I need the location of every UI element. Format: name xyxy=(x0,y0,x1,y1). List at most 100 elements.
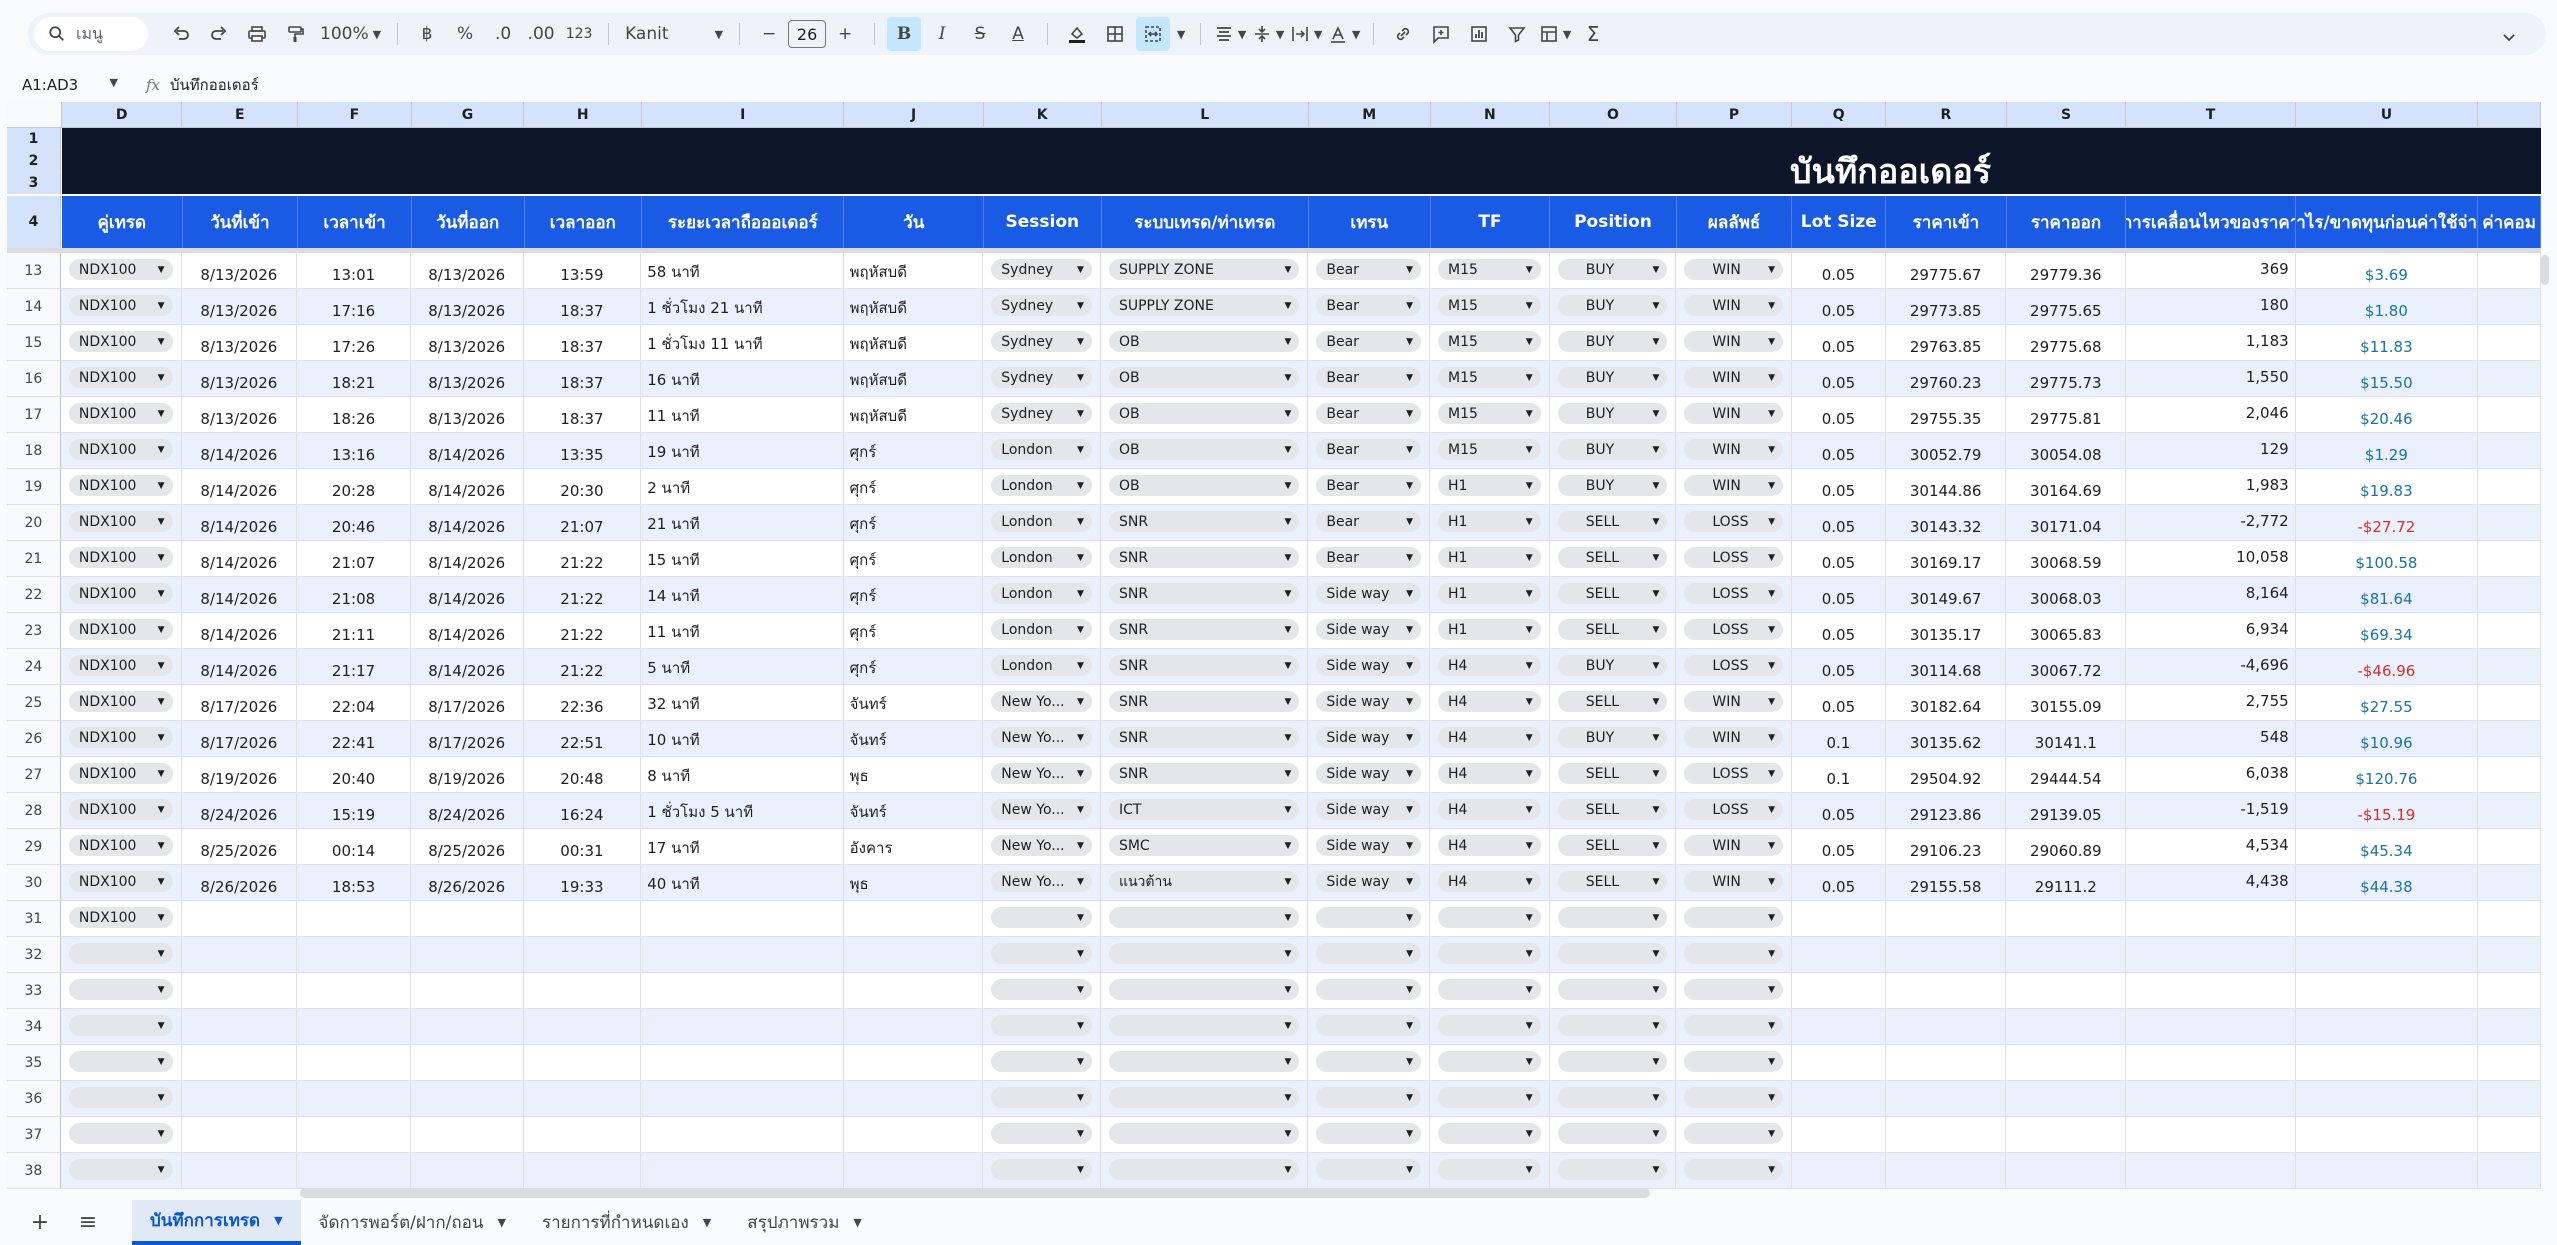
column-header[interactable]: I xyxy=(642,102,845,128)
day-cell[interactable]: จันทร์ xyxy=(843,721,984,757)
row-header[interactable]: 34 xyxy=(7,1009,61,1045)
trend-cell[interactable]: Side way ▼ xyxy=(1308,865,1431,901)
session-cell[interactable]: ▼ xyxy=(983,1045,1101,1081)
lot-size-cell[interactable]: 0.1 xyxy=(1792,757,1886,793)
timeframe-dropdown[interactable]: M15 ▼ xyxy=(1438,403,1541,424)
timeframe-cell[interactable]: H4 ▼ xyxy=(1430,721,1550,757)
exit-time-cell[interactable]: 18:37 xyxy=(523,325,642,361)
timeframe-dropdown[interactable]: ▼ xyxy=(1438,907,1541,928)
position-cell[interactable]: SELL ▼ xyxy=(1549,865,1677,901)
session-dropdown[interactable]: ▼ xyxy=(991,1123,1092,1144)
position-dropdown[interactable]: ▼ xyxy=(1557,1123,1668,1144)
trend-dropdown[interactable]: Bear ▼ xyxy=(1316,547,1422,568)
exit-price-cell[interactable]: 29060.89 xyxy=(2006,829,2127,865)
duration-cell[interactable]: 11 นาที xyxy=(641,397,844,433)
format-percent-button[interactable]: % xyxy=(448,17,482,51)
system-dropdown[interactable]: ▼ xyxy=(1108,907,1300,928)
lot-size-cell[interactable]: 0.05 xyxy=(1792,613,1886,649)
system-dropdown[interactable]: SNR ▼ xyxy=(1108,691,1300,712)
result-dropdown[interactable]: ▼ xyxy=(1684,1123,1784,1144)
trend-cell[interactable]: ▼ xyxy=(1308,937,1431,973)
entry-date-cell[interactable]: 8/13/2026 xyxy=(181,289,298,325)
price-move-cell[interactable]: 2,755 xyxy=(2126,685,2296,721)
exit-price-cell[interactable]: 30155.09 xyxy=(2006,685,2127,721)
position-dropdown[interactable]: BUY ▼ xyxy=(1557,259,1668,280)
duration-cell[interactable]: 5 นาที xyxy=(641,649,844,685)
exit-date-cell[interactable]: 8/14/2026 xyxy=(410,577,524,613)
timeframe-dropdown[interactable]: H4 ▼ xyxy=(1438,727,1541,748)
result-cell[interactable]: WIN ▼ xyxy=(1676,865,1793,901)
borders-icon[interactable] xyxy=(1098,17,1132,51)
system-dropdown[interactable]: SNR ▼ xyxy=(1108,511,1300,532)
empty-cell[interactable] xyxy=(523,1153,642,1189)
pair-cell[interactable]: NDX100 ▼ xyxy=(60,649,182,685)
session-cell[interactable]: London ▼ xyxy=(983,541,1101,577)
timeframe-cell[interactable]: M15 ▼ xyxy=(1430,253,1550,289)
row-header[interactable]: 20 xyxy=(7,505,61,541)
system-dropdown[interactable]: แนวต้าน ▼ xyxy=(1108,871,1300,892)
exit-date-cell[interactable]: 8/14/2026 xyxy=(410,613,524,649)
timeframe-cell[interactable]: H1 ▼ xyxy=(1430,505,1550,541)
duration-cell[interactable]: 15 นาที xyxy=(641,541,844,577)
pair-dropdown[interactable]: NDX100 ▼ xyxy=(68,547,173,568)
session-dropdown[interactable]: London ▼ xyxy=(991,583,1092,604)
day-cell[interactable]: พุธ xyxy=(843,865,984,901)
timeframe-dropdown[interactable]: ▼ xyxy=(1438,943,1541,964)
position-cell[interactable]: BUY ▼ xyxy=(1549,361,1677,397)
empty-cell[interactable] xyxy=(523,973,642,1009)
duration-cell[interactable]: 16 นาที xyxy=(641,361,844,397)
system-cell[interactable]: SNR ▼ xyxy=(1100,721,1309,757)
timeframe-dropdown[interactable]: H1 ▼ xyxy=(1438,619,1541,640)
column-title[interactable]: วันที่ออก xyxy=(412,196,525,248)
chevron-down-icon[interactable]: ▼ xyxy=(497,1216,505,1229)
link-icon[interactable] xyxy=(1386,17,1420,51)
session-cell[interactable]: ▼ xyxy=(983,937,1101,973)
exit-date-cell[interactable]: 8/14/2026 xyxy=(410,469,524,505)
position-dropdown[interactable]: SELL ▼ xyxy=(1557,583,1668,604)
empty-cell[interactable] xyxy=(1792,1081,1886,1117)
commission-cell[interactable] xyxy=(2478,721,2541,757)
day-cell[interactable]: พฤหัสบดี xyxy=(843,289,984,325)
session-cell[interactable]: ▼ xyxy=(983,901,1101,937)
column-title[interactable]: วัน xyxy=(844,196,985,248)
trend-cell[interactable]: ▼ xyxy=(1308,901,1431,937)
trend-cell[interactable]: Side way ▼ xyxy=(1308,577,1431,613)
empty-cell[interactable] xyxy=(181,973,298,1009)
trend-dropdown[interactable]: ▼ xyxy=(1316,1087,1422,1108)
exit-date-cell[interactable]: 8/17/2026 xyxy=(410,721,524,757)
trend-cell[interactable]: Side way ▼ xyxy=(1308,793,1431,829)
timeframe-cell[interactable]: ▼ xyxy=(1430,1045,1550,1081)
session-dropdown[interactable]: ▼ xyxy=(991,1015,1092,1036)
entry-date-cell[interactable]: 8/24/2026 xyxy=(181,793,298,829)
lot-size-cell[interactable]: 0.05 xyxy=(1792,361,1886,397)
session-cell[interactable]: Sydney ▼ xyxy=(983,289,1101,325)
empty-cell[interactable] xyxy=(2478,901,2541,937)
trend-cell[interactable]: ▼ xyxy=(1308,1081,1431,1117)
exit-date-cell[interactable]: 8/14/2026 xyxy=(410,505,524,541)
empty-cell[interactable] xyxy=(843,1045,984,1081)
trend-cell[interactable]: Side way ▼ xyxy=(1308,757,1431,793)
trend-cell[interactable]: ▼ xyxy=(1308,1009,1431,1045)
result-cell[interactable]: LOSS ▼ xyxy=(1676,541,1793,577)
timeframe-dropdown[interactable]: M15 ▼ xyxy=(1438,439,1541,460)
session-dropdown[interactable]: London ▼ xyxy=(991,655,1092,676)
row-header[interactable]: 3 xyxy=(7,172,61,194)
column-header[interactable]: T xyxy=(2126,102,2296,128)
pnl-cell[interactable]: $120.76 xyxy=(2295,757,2479,793)
day-cell[interactable]: พฤหัสบดี xyxy=(843,325,984,361)
result-cell[interactable]: ▼ xyxy=(1676,1045,1793,1081)
timeframe-dropdown[interactable]: ▼ xyxy=(1438,1087,1541,1108)
filter-views-icon[interactable]: ▼ xyxy=(1538,17,1572,51)
empty-cell[interactable] xyxy=(297,1045,411,1081)
session-cell[interactable]: ▼ xyxy=(983,1153,1101,1189)
price-move-cell[interactable]: 10,058 xyxy=(2126,541,2296,577)
trend-dropdown[interactable]: ▼ xyxy=(1316,1015,1422,1036)
column-header[interactable] xyxy=(2478,102,2541,128)
empty-cell[interactable] xyxy=(523,901,642,937)
system-cell[interactable]: ▼ xyxy=(1100,1081,1309,1117)
commission-cell[interactable] xyxy=(2478,613,2541,649)
trend-dropdown[interactable]: Bear ▼ xyxy=(1316,403,1422,424)
row-header[interactable]: 16 xyxy=(7,361,61,397)
session-cell[interactable]: New Yo... ▼ xyxy=(983,793,1101,829)
empty-cell[interactable] xyxy=(2126,937,2296,973)
